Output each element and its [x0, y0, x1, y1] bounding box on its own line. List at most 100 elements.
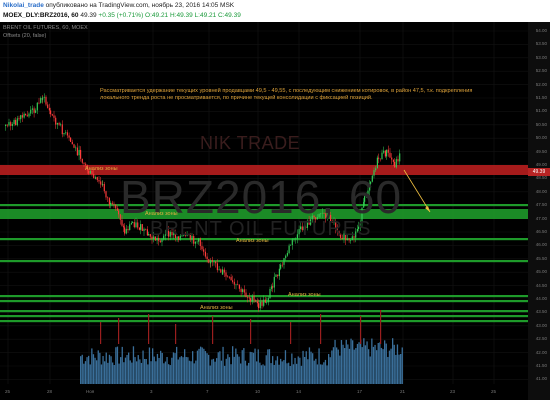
candle-body [280, 264, 282, 269]
price-axis[interactable]: 54.00 53.50 53.00 52.50 52.00 51.50 51.00 50.50… [528, 22, 550, 400]
volume-bar [116, 346, 119, 384]
price-tick: 42.00 [535, 349, 547, 355]
candle-body [240, 288, 242, 292]
candle-body [68, 135, 70, 138]
candle-body [220, 269, 222, 273]
candle-body [227, 276, 229, 278]
candle-body [80, 149, 82, 159]
candle-body [272, 286, 274, 288]
candle-body [394, 161, 396, 168]
volume-bar [86, 357, 88, 384]
volume-bar [377, 342, 379, 384]
volume-bar [280, 358, 282, 384]
candle-body [65, 132, 67, 134]
candle-body [215, 261, 217, 264]
volume-bar [185, 356, 187, 384]
candle-body [25, 113, 27, 116]
volume-bar [246, 365, 248, 384]
volume-bar [268, 349, 271, 384]
time-tick: 21 [400, 389, 406, 394]
volume-bar [385, 343, 387, 384]
volume-bar [136, 361, 138, 384]
volume-bar [384, 340, 386, 384]
volume-bar [211, 359, 213, 384]
volume-bar [216, 358, 218, 384]
volume-bar [393, 344, 395, 384]
price-tick: 46.50 [535, 229, 547, 234]
volume-bar [179, 357, 181, 384]
volume-bar [347, 344, 349, 384]
candle-body [204, 251, 206, 257]
volume-bar [360, 339, 362, 384]
volume-bar [228, 357, 231, 384]
volume-bar [364, 345, 367, 384]
candle-body [206, 256, 208, 260]
volume-bar [300, 365, 303, 384]
volume-bar [219, 351, 221, 384]
candle-body [208, 259, 210, 263]
time-tick: 7 [206, 389, 209, 394]
price-tick: 53.50 [535, 41, 547, 47]
volume-bar [235, 348, 237, 384]
volume-bar [369, 356, 371, 384]
candle-body [16, 118, 18, 126]
time-tick: 10 [255, 389, 261, 394]
volume-bar [153, 356, 155, 384]
candle-body [253, 295, 255, 301]
chart-area[interactable]: NIK TRADE BRZ2016, 60 BRENT OIL FUTURES … [0, 22, 550, 400]
volume-bar [249, 351, 251, 384]
candle-body [225, 272, 227, 277]
candle-body [194, 241, 196, 244]
volume-bar [193, 363, 195, 384]
volume-bar [209, 365, 211, 384]
candle-body [237, 284, 239, 286]
candle-body [96, 177, 98, 181]
volume-spike [320, 314, 322, 344]
volume-bar [320, 364, 322, 384]
zone-label-5: Анализ зоны [200, 305, 233, 311]
volume-bar [302, 350, 304, 384]
candle-body [98, 180, 100, 182]
volume-bar [275, 360, 277, 384]
volume-bar [164, 361, 167, 384]
volume-bar [233, 356, 235, 384]
candle-body [391, 157, 393, 160]
volume-bar [217, 352, 219, 384]
volume-bar [123, 362, 125, 384]
candle-body [210, 260, 212, 263]
candle-body [251, 295, 253, 302]
candle-body [13, 120, 15, 125]
candle-body [110, 202, 112, 205]
volume-bar [371, 338, 373, 384]
time-tick: 3 [150, 389, 153, 394]
candle-body [73, 144, 75, 148]
candle-body [258, 303, 260, 309]
volume-bar [286, 363, 288, 384]
candle-body [43, 96, 45, 98]
candle-body [275, 274, 277, 277]
candle-body [38, 102, 40, 104]
candle-body [399, 153, 401, 162]
volume-bar [312, 353, 314, 384]
volume-bar [222, 346, 224, 384]
volume-bar [80, 356, 82, 384]
analysis-comment: Рассматривается удержание текущих уровне… [100, 88, 473, 101]
volume-bar [328, 353, 330, 384]
author-link[interactable]: Nikolai_trade [3, 2, 44, 9]
time-tick: 25 [5, 389, 11, 394]
candle-body [255, 300, 257, 302]
candle-body [203, 249, 205, 252]
volume-bar [232, 346, 234, 384]
candle-body [11, 124, 13, 126]
header-line-1: Nikolai_trade опубликовано на TradingVie… [3, 1, 234, 10]
volume-bar [344, 348, 346, 384]
volume-bar [324, 359, 327, 384]
volume-bar [110, 356, 112, 384]
volume-bar [92, 354, 95, 384]
volume-bar [206, 353, 208, 384]
volume-bar [190, 361, 192, 384]
candle-body [379, 158, 381, 160]
candle-body [286, 253, 288, 256]
volume-spike [100, 322, 102, 344]
candle-body [129, 224, 131, 231]
